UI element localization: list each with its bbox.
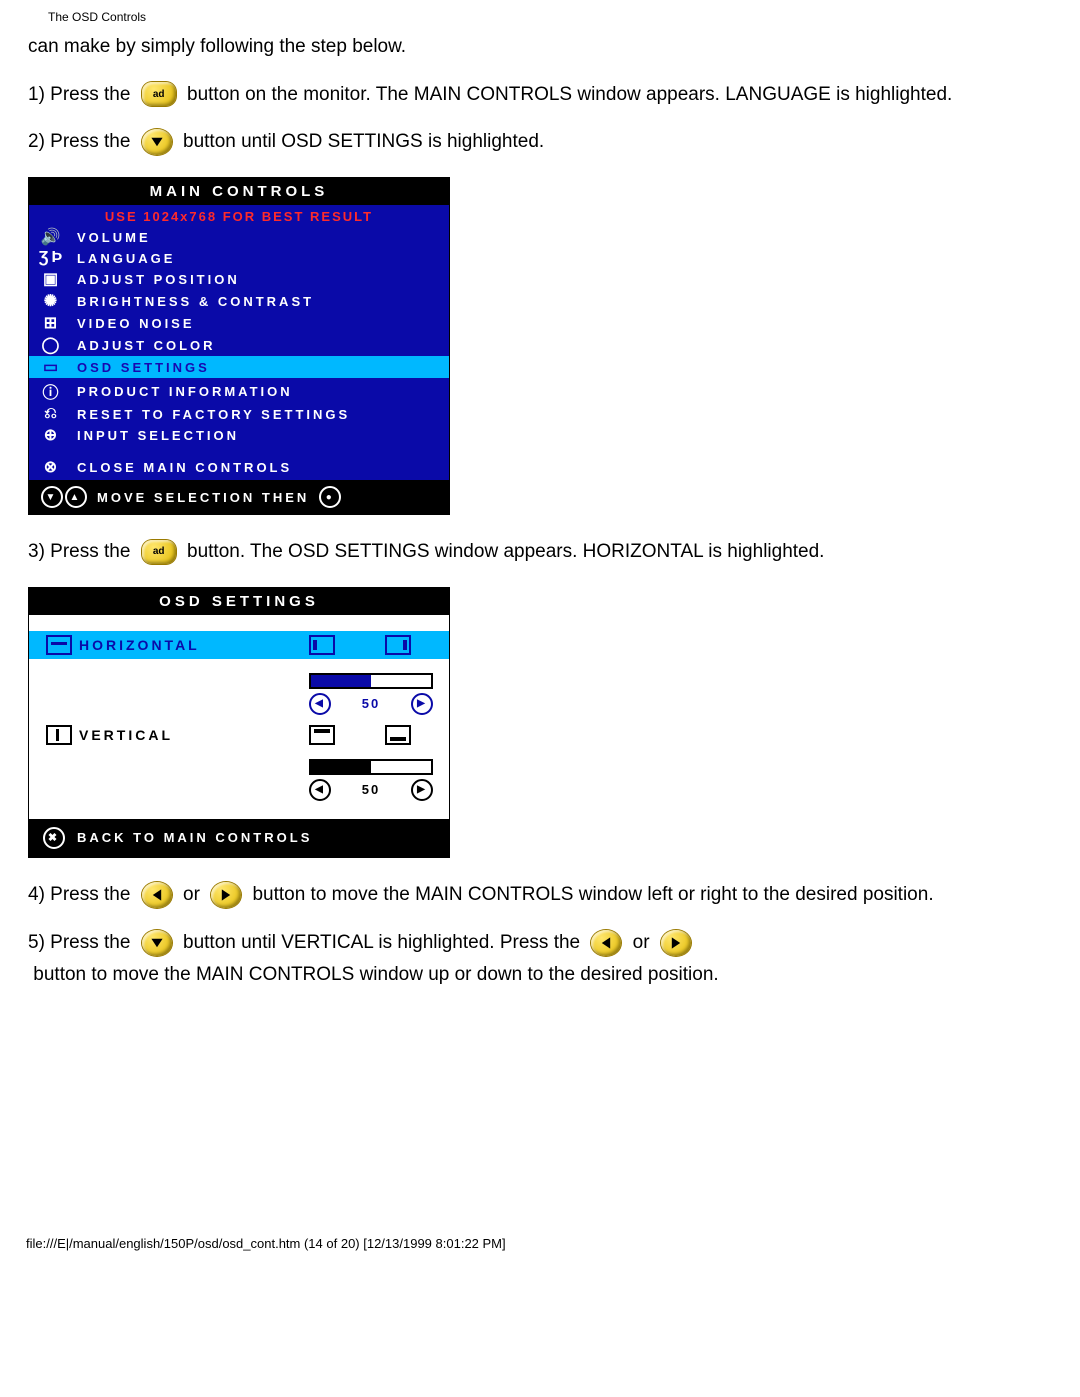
horizontal-range-icons	[309, 635, 439, 655]
right-arrow-icon: ▶	[411, 693, 433, 715]
ok-button-icon: ad	[142, 82, 176, 106]
position-icon: ▣	[41, 269, 63, 289]
step4-b: button to move the MAIN CONTROLS window …	[247, 882, 933, 908]
left-arrow-button-icon	[142, 882, 172, 908]
osd-item-language: ƷϷLANGUAGE	[29, 248, 449, 268]
step3-part-b: button. The OSD SETTINGS window appears.…	[182, 539, 825, 565]
step5-a: 5) Press the	[28, 930, 136, 956]
osd-footer: ▼ ▲ MOVE SELECTION THEN ●	[29, 480, 449, 514]
horizontal-value: 50	[362, 696, 380, 711]
osd-title: MAIN CONTROLS	[29, 178, 449, 205]
osd2-row-vertical: VERTICAL	[29, 717, 449, 745]
nav-glyphs: ▼ ▲	[41, 486, 87, 508]
back-icon: ✖	[43, 827, 65, 849]
osd-item-reset: ⎌RESET TO FACTORY SETTINGS	[29, 404, 449, 424]
step5-c: button to move the MAIN CONTROLS window …	[28, 962, 719, 988]
input-icon: ⊕	[41, 425, 63, 445]
osd-settings-panel: OSD SETTINGS HORIZONTAL ◀ 50 ▶ VER	[28, 587, 450, 858]
main-controls-osd: MAIN CONTROLS USE 1024x768 FOR BEST RESU…	[28, 177, 450, 515]
step3-part-a: 3) Press the	[28, 539, 136, 565]
osd-item-input-selection: ⊕INPUT SELECTION	[29, 424, 449, 446]
step2-part-b: button until OSD SETTINGS is highlighted…	[178, 129, 544, 155]
v-top-icon	[309, 725, 335, 745]
horizontal-slider	[309, 673, 433, 689]
close-icon: ⊗	[41, 457, 63, 477]
osd-item-video-noise: ⊞VIDEO NOISE	[29, 312, 449, 334]
left-arrow-icon: ◀	[309, 693, 331, 715]
info-icon: ⓘ	[41, 379, 63, 403]
step-4: 4) Press the or button to move the MAIN …	[28, 882, 1052, 908]
h-right-icon	[385, 635, 411, 655]
osd2-title: OSD SETTINGS	[29, 588, 449, 615]
right-arrow-icon: ▶	[411, 779, 433, 801]
horizontal-label: HORIZONTAL	[79, 635, 309, 653]
down-circle-icon: ▼	[41, 486, 63, 508]
intro-text: can make by simply following the step be…	[28, 34, 1052, 60]
osd-item-brightness: ✺BRIGHTNESS & CONTRAST	[29, 290, 449, 312]
vertical-label: VERTICAL	[79, 725, 309, 743]
ok-button-icon: ad	[142, 540, 176, 564]
left-arrow-icon: ◀	[309, 779, 331, 801]
reset-icon: ⎌	[41, 405, 63, 423]
h-left-icon	[309, 635, 335, 655]
vertical-icon	[39, 725, 79, 745]
step4-or: or	[178, 882, 205, 908]
step1-part-a: 1) Press the	[28, 82, 136, 108]
osd2-v-slider-row: ◀ 50 ▶	[29, 745, 449, 803]
step5-b: button until VERTICAL is highlighted. Pr…	[178, 930, 586, 956]
osd2-row-horizontal: HORIZONTAL	[29, 631, 449, 659]
osd-item-adjust-position: ▣ADJUST POSITION	[29, 268, 449, 290]
ok-circle-icon: ●	[319, 486, 341, 508]
volume-icon: 🔊	[41, 227, 63, 247]
step-2: 2) Press the button until OSD SETTINGS i…	[28, 129, 1052, 155]
osd-item-osd-settings: ▭OSD SETTINGS	[29, 356, 449, 378]
osd-settings-icon: ▭	[41, 357, 63, 377]
step4-a: 4) Press the	[28, 882, 136, 908]
osd2-back: ✖ BACK TO MAIN CONTROLS	[29, 819, 449, 857]
vertical-value: 50	[362, 782, 380, 797]
osd-item-close: ⊗CLOSE MAIN CONTROLS	[29, 456, 449, 478]
osd-item-product-info: ⓘPRODUCT INFORMATION	[29, 378, 449, 404]
step-1: 1) Press the ad button on the monitor. T…	[28, 82, 1052, 108]
step2-part-a: 2) Press the	[28, 129, 136, 155]
step-5: 5) Press the button until VERTICAL is hi…	[28, 930, 1052, 988]
brightness-icon: ✺	[41, 291, 63, 311]
noise-icon: ⊞	[41, 313, 63, 333]
right-arrow-button-icon	[661, 930, 691, 956]
page-footer: file:///E|/manual/english/150P/osd/osd_c…	[0, 1230, 1080, 1257]
osd2-h-slider-row: ◀ 50 ▶	[29, 659, 449, 717]
osd-subtitle: USE 1024x768 FOR BEST RESULT	[29, 205, 449, 226]
vertical-range-icons	[309, 725, 439, 745]
up-circle-icon: ▲	[65, 486, 87, 508]
step5-or: or	[627, 930, 654, 956]
down-arrow-icon	[142, 129, 172, 155]
right-arrow-button-icon	[211, 882, 241, 908]
vertical-slider	[309, 759, 433, 775]
page-header-small: The OSD Controls	[48, 10, 1052, 24]
osd-item-volume: 🔊VOLUME	[29, 226, 449, 248]
v-bot-icon	[385, 725, 411, 745]
color-icon: ◯	[41, 335, 63, 355]
step-3: 3) Press the ad button. The OSD SETTINGS…	[28, 539, 1052, 565]
step1-part-b: button on the monitor. The MAIN CONTROLS…	[182, 82, 953, 108]
horizontal-icon	[39, 635, 79, 655]
down-arrow-button-icon	[142, 930, 172, 956]
language-icon: ƷϷ	[41, 249, 63, 267]
osd-item-adjust-color: ◯ADJUST COLOR	[29, 334, 449, 356]
left-arrow-button-icon	[591, 930, 621, 956]
